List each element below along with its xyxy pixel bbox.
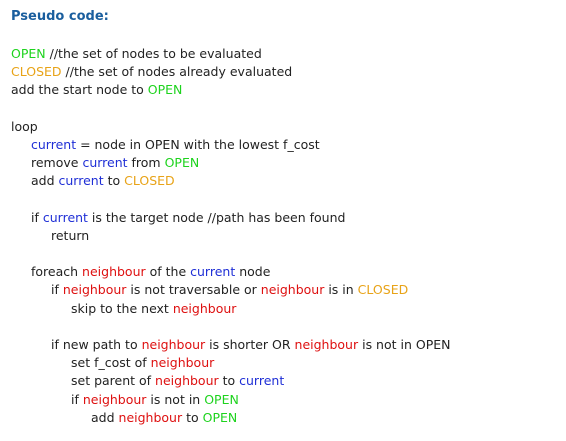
code-token-plain: is the target node //path has been found <box>87 209 346 225</box>
code-token-current: current <box>42 209 88 225</box>
code-token-plain: is in <box>324 282 358 298</box>
code-line: set f_cost of neighbour <box>11 354 561 372</box>
code-token-plain: skip to the next <box>71 300 173 316</box>
code-token-neighbour: neighbour <box>155 373 219 389</box>
code-token-neighbour: neighbour <box>141 337 206 352</box>
pseudo-code-panel: Pseudo code: OPEN //the set of nodes to … <box>0 0 566 441</box>
code-token-plain: is not in <box>146 391 205 407</box>
code-token-plain: remove <box>31 155 83 171</box>
code-token-open: OPEN <box>202 409 238 425</box>
code-token-neighbour: neighbour <box>82 264 146 280</box>
code-token-open: OPEN <box>204 391 239 407</box>
code-token-open: OPEN <box>147 82 183 98</box>
code-line: foreach neighbour of the current node <box>11 263 561 281</box>
code-token-plain: to <box>218 373 240 389</box>
page-title: Pseudo code: <box>11 9 109 24</box>
code-token-plain: set parent of <box>71 373 156 389</box>
code-token-plain: is not traversable or <box>126 282 261 298</box>
code-token-open: OPEN <box>164 155 200 171</box>
code-token-plain: foreach <box>31 264 83 280</box>
code-token-current: current <box>82 155 128 171</box>
code-token-plain: loop <box>11 118 38 134</box>
code-token-closed: CLOSED <box>11 64 62 80</box>
code-token-plain: return <box>51 227 90 243</box>
code-token-neighbour: neighbour <box>118 409 183 425</box>
code-token-plain: if <box>31 209 43 225</box>
code-token-current: current <box>190 264 236 280</box>
code-token-current: current <box>31 136 77 152</box>
code-line: current = node in OPEN with the lowest f… <box>11 136 561 154</box>
code-token-plain: set f_cost of <box>71 355 151 371</box>
code-token-open: OPEN <box>11 46 46 61</box>
code-line: remove current from OPEN <box>11 154 561 172</box>
code-line: if current is the target node //path has… <box>11 209 561 227</box>
code-line: OPEN //the set of nodes to be evaluated <box>11 45 561 63</box>
code-token-plain: node <box>235 264 271 280</box>
code-token-plain: //the set of nodes to be evaluated <box>45 46 262 61</box>
code-token-current: current <box>58 173 104 189</box>
code-token-plain: //the set of nodes already evaluated <box>61 64 293 80</box>
code-token-plain: add <box>31 173 59 189</box>
code-line: if neighbour is not in OPEN <box>11 391 561 409</box>
code-token-neighbour: neighbour <box>62 282 127 298</box>
code-token-plain: from <box>127 155 165 171</box>
code-line: add the start node to OPEN <box>11 81 561 99</box>
code-token-plain: to <box>182 409 203 425</box>
code-token-plain: = node in OPEN with the lowest f_cost <box>76 136 320 152</box>
code-token-plain: to <box>103 173 125 189</box>
code-token-closed: CLOSED <box>124 173 175 189</box>
code-line: if new path to neighbour is shorter OR n… <box>11 336 561 354</box>
code-line: add current to CLOSED <box>11 172 561 190</box>
code-token-neighbour: neighbour <box>260 282 325 298</box>
code-line: add neighbour to OPEN <box>11 409 561 427</box>
code-token-current: current <box>239 373 285 389</box>
code-line: set parent of neighbour to current <box>11 372 561 390</box>
pseudo-code-block: OPEN //the set of nodes to be evaluated C… <box>11 45 561 427</box>
code-token-neighbour: neighbour <box>294 337 359 352</box>
code-line: return <box>11 227 561 245</box>
code-token-plain: if new path to <box>51 337 142 352</box>
code-token-plain: if <box>51 282 63 298</box>
code-token-neighbour: neighbour <box>172 300 237 316</box>
code-token-closed: CLOSED <box>357 282 409 298</box>
code-line: skip to the next neighbour <box>11 300 561 318</box>
code-token-plain: add the start node to <box>11 82 148 98</box>
code-token-neighbour: neighbour <box>82 391 147 407</box>
code-token-plain: is shorter OR <box>205 337 295 352</box>
code-token-neighbour: neighbour <box>150 355 215 371</box>
code-line: loop <box>11 118 561 136</box>
code-line: if neighbour is not traversable or neigh… <box>11 281 561 299</box>
code-token-plain: add <box>91 409 119 425</box>
code-token-plain: of the <box>145 264 191 280</box>
code-token-plain: if <box>71 391 83 407</box>
code-line: CLOSED //the set of nodes already evalua… <box>11 63 561 81</box>
code-token-plain: is not in OPEN <box>358 337 451 352</box>
